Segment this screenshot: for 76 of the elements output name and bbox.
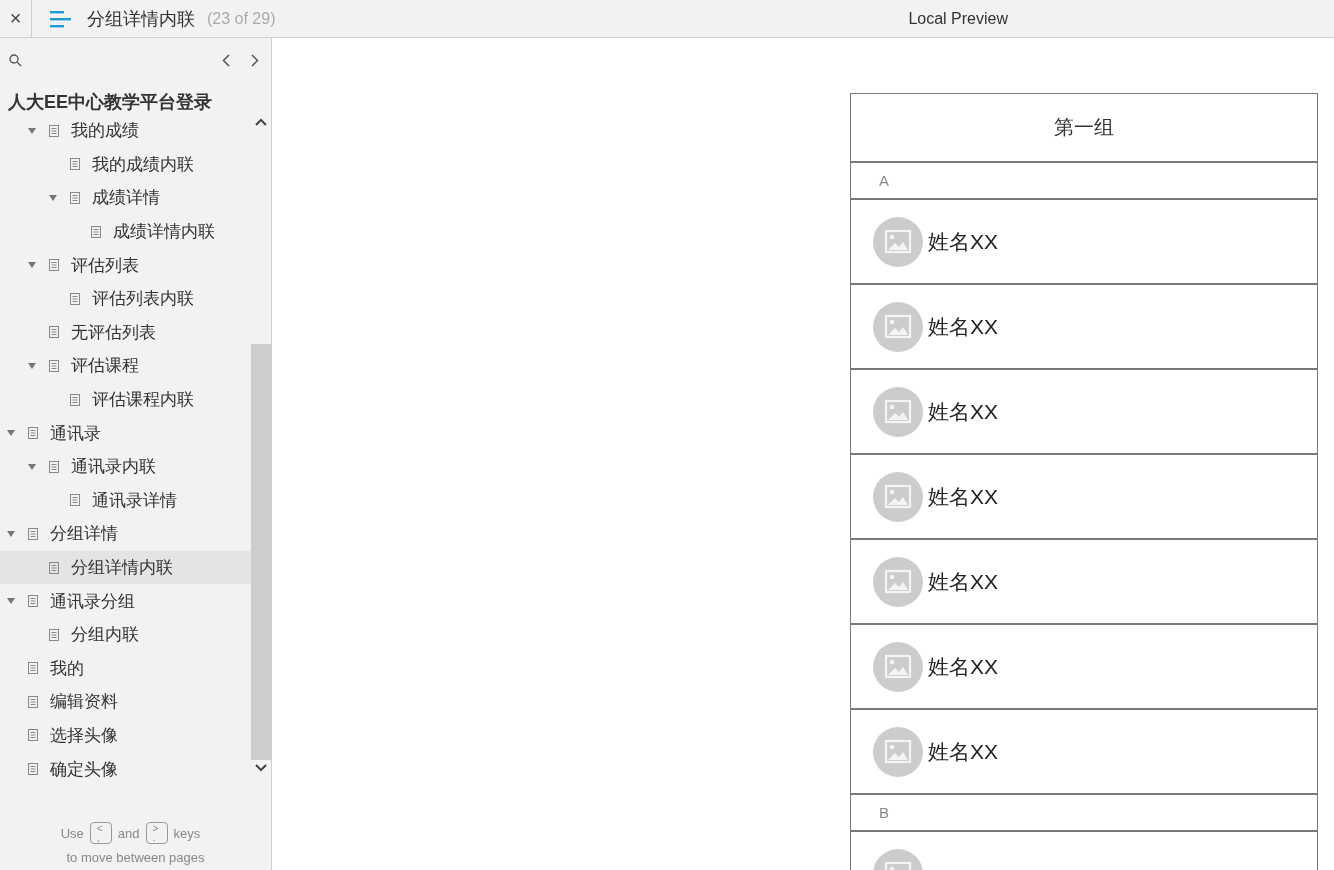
next-page-icon[interactable] [251,53,259,67]
page-icon [70,292,80,305]
tree-item[interactable]: 评估列表内联 [0,281,251,316]
menu-icon[interactable] [50,9,72,28]
tree-item[interactable]: 选择头像 [0,718,251,753]
tree-item[interactable]: 通讯录分组 [0,584,251,618]
contact-row[interactable]: 姓名XX [851,625,1317,710]
tree-item[interactable]: 分组详情 [0,517,251,551]
tree-item[interactable]: 分组内联 [0,617,251,652]
contact-row[interactable]: 姓名XX [851,540,1317,625]
group-title: 第一组 [851,94,1317,163]
hint-text: and [117,825,140,841]
page-icon [28,662,38,675]
tree-item[interactable]: 通讯录详情 [0,483,251,518]
tree-item[interactable]: 通讯录 [0,416,251,450]
tree-item[interactable]: 评估课程 [0,349,251,383]
tree-item[interactable]: 通讯录内联 [0,449,251,484]
page-icon [28,729,38,742]
page-count: (23 of 29) [207,9,276,28]
page-title: 分组详情内联 [87,7,195,31]
page-icon [28,527,38,540]
project-title: 人大EE中心教学平台登录 [7,91,213,112]
tree-item[interactable]: 我的成绩内联 [0,147,251,182]
page-icon [49,561,59,574]
hint-text: keys [173,825,201,841]
page-icon [70,158,80,171]
tree-item[interactable]: 无评估列表 [0,315,251,350]
section-letter: A [879,172,889,189]
page-icon [49,124,59,137]
tree-item[interactable]: 我的 [0,651,251,686]
tree-item[interactable]: 评估列表 [0,248,251,282]
tree-item[interactable]: 成绩详情 [0,181,251,215]
expand-arrow-icon[interactable] [27,462,37,471]
section-letter: B [879,804,889,821]
contact-row[interactable]: 姓名XX [851,285,1317,370]
hint-text: Use [60,825,84,841]
page-icon [70,494,80,507]
contact-row[interactable]: 姓名XX [851,710,1317,795]
search-icon[interactable] [9,53,22,67]
expand-arrow-icon[interactable] [6,529,16,538]
contact-row[interactable]: 姓名XX [851,370,1317,455]
page-icon [28,595,38,608]
page-icon [49,359,59,372]
page-icon [91,225,101,238]
preview-label: Local Preview [908,9,1008,28]
page-icon [49,326,59,339]
scroll-down-icon[interactable] [255,764,267,772]
keycap: < , [89,822,112,844]
tree-item[interactable]: 成绩详情内联 [0,214,251,249]
keycap: > . [145,822,168,844]
scroll-up-icon[interactable] [255,118,267,126]
hint-text: to move between pages [65,850,206,865]
page-icon [49,460,59,473]
expand-arrow-icon[interactable] [6,597,16,606]
scrollbar-thumb[interactable] [251,344,271,760]
previous-page-icon[interactable] [222,53,230,67]
expand-arrow-icon[interactable] [48,194,58,202]
tree-item[interactable]: 编辑资料 [0,685,251,719]
page-icon [28,427,38,440]
tree-item[interactable]: 确定头像 [0,752,251,786]
tree-item[interactable]: 评估课程内联 [0,382,251,417]
page-icon [70,393,80,406]
tree-item[interactable]: 我的成绩 [0,114,251,148]
expand-arrow-icon[interactable] [27,126,37,135]
tree-item[interactable]: 分组详情内联 [0,550,251,585]
page-icon [28,763,38,776]
page-icon [49,259,59,272]
expand-arrow-icon[interactable] [6,429,16,438]
expand-arrow-icon[interactable] [27,361,37,370]
contact-row[interactable]: 姓名XX [851,455,1317,540]
contact-row[interactable]: 姓名XX [851,200,1317,285]
expand-arrow-icon[interactable] [27,261,37,270]
page-icon [49,628,59,641]
page-icon [28,695,38,708]
page-icon [70,192,80,204]
close-button[interactable]: × [0,0,32,37]
